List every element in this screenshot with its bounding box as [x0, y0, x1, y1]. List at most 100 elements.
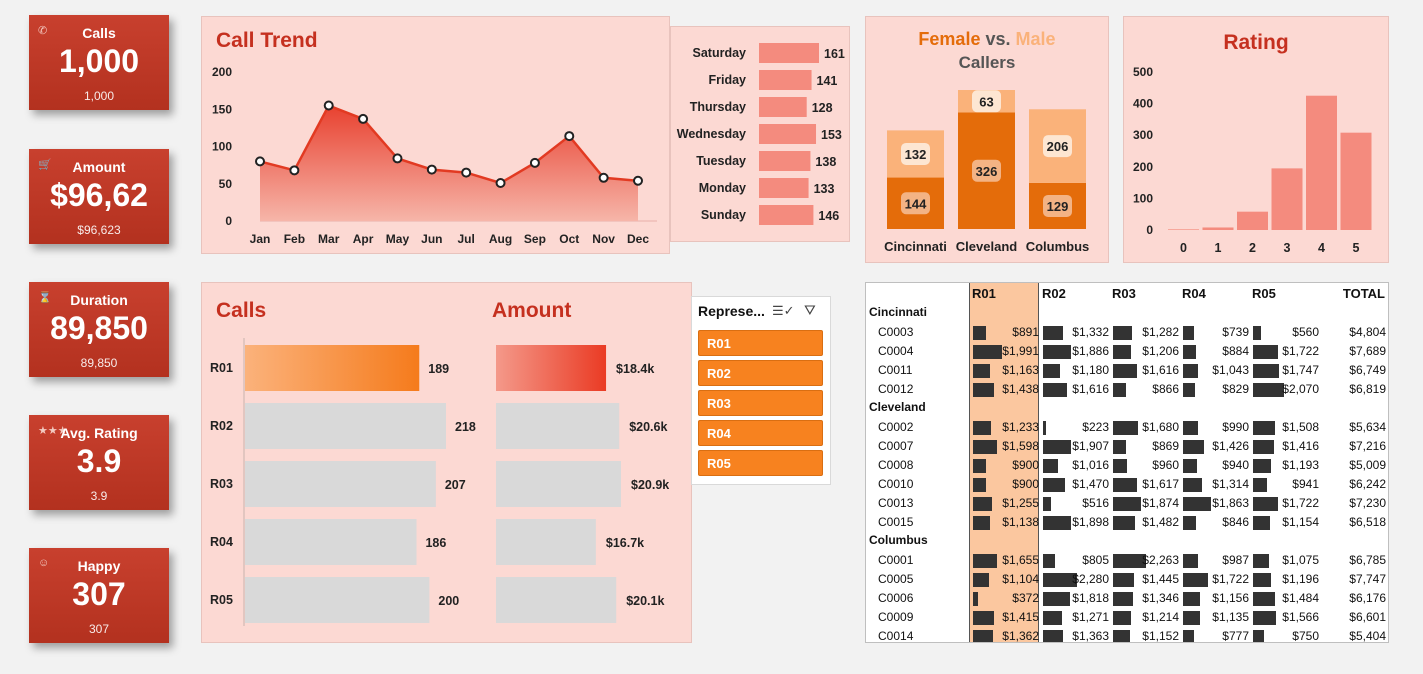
pivot-header-r04[interactable]: R04 — [1182, 286, 1206, 301]
rep-label: R03 — [210, 477, 233, 491]
pivot-cell: $1,617 — [1111, 475, 1179, 494]
weekday-value: 141 — [817, 74, 838, 88]
data-bar — [1183, 383, 1195, 397]
pivot-cell-value: $1,193 — [1282, 458, 1319, 472]
pivot-cell-value: $223 — [1082, 420, 1109, 434]
data-bar — [973, 611, 994, 625]
pivot-cell: $1,314 — [1181, 475, 1249, 494]
pivot-cell: $6,819 — [1321, 380, 1386, 399]
data-bar — [1043, 478, 1065, 492]
pivot-row-label: C0010 — [878, 477, 914, 491]
weekday-bar-friday — [759, 70, 812, 90]
pivot-row-label: C0004 — [878, 344, 914, 358]
pivot-cell-value: $1,282 — [1142, 325, 1179, 339]
kpi-value: 89,850 — [50, 310, 148, 346]
pivot-row-label: C0015 — [878, 515, 914, 529]
calls-value: 186 — [425, 536, 446, 550]
kpi-card-calls: ✆ Calls 1,000 1,000 — [29, 15, 169, 110]
x-tick-label: 3 — [1284, 241, 1291, 255]
pivot-cell: $1,332 — [1041, 323, 1109, 342]
pivot-cell: $560 — [1251, 323, 1319, 342]
pivot-header-r01[interactable]: R01 — [972, 286, 996, 301]
data-bar — [1043, 440, 1071, 454]
trend-point-sep — [529, 157, 540, 168]
clear-filter-icon[interactable]: ⛛ — [804, 302, 816, 319]
data-bar — [1183, 440, 1204, 454]
weekday-chart: Saturday 161 Friday 141 Thursday 128 Wednesday… — [677, 43, 845, 225]
data-bar — [1183, 459, 1197, 473]
data-bar — [973, 630, 993, 642]
pivot-cell-value: $1,616 — [1142, 363, 1179, 377]
data-bar — [1113, 440, 1126, 454]
pivot-cell: $777 — [1181, 627, 1249, 642]
pivot-cell-value: $805 — [1082, 553, 1109, 567]
data-bar — [1183, 497, 1211, 511]
pivot-cell-value: $1,163 — [1002, 363, 1039, 377]
amount-bar-r05 — [496, 577, 617, 623]
pivot-cell: $1,863 — [1181, 494, 1249, 513]
data-bar — [1253, 383, 1284, 397]
pivot-cell: $846 — [1181, 513, 1249, 532]
reps-chart: R01 189 $18.4k R02 218 $20.6k R03 207 $20.9k R04 1… — [210, 338, 669, 626]
pivot-cell: $1,363 — [1041, 627, 1109, 642]
pivot-cell-value: $829 — [1222, 382, 1249, 396]
slicer-item-r05[interactable]: R05 — [698, 450, 823, 476]
x-tick-label: Apr — [353, 232, 374, 246]
amount-bar-r02 — [496, 403, 620, 449]
pivot-cell-value: $1,206 — [1142, 344, 1179, 358]
male-value: 63 — [979, 94, 993, 109]
pivot-cell: $1,152 — [1111, 627, 1179, 642]
pivot-cell: $1,282 — [1111, 323, 1179, 342]
pivot-group-cleveland[interactable]: Cleveland — [869, 400, 926, 414]
pivot-cell-value: $891 — [1012, 325, 1039, 339]
pivot-cell: $2,280 — [1041, 570, 1109, 589]
x-tick-label: Nov — [592, 232, 615, 246]
y-tick-label: 100 — [1133, 191, 1153, 205]
pivot-cell: $1,616 — [1111, 361, 1179, 380]
pivot-cell: $1,484 — [1251, 589, 1319, 608]
pivot-header-total[interactable]: TOTAL — [1343, 286, 1385, 301]
call-trend-panel: Call Trend 0 50 100 150 200 Jan Feb Mar Apr May Ju… — [201, 16, 670, 254]
kpi-value: 3.9 — [76, 443, 122, 479]
pivot-header-r03[interactable]: R03 — [1112, 286, 1136, 301]
pivot-row-label: C0002 — [878, 420, 914, 434]
pivot-group-columbus[interactable]: Columbus — [869, 533, 928, 547]
x-tick-label: 0 — [1180, 241, 1187, 255]
weekday-panel: Saturday 161 Friday 141 Thursday 128 Wednesday… — [670, 26, 850, 242]
pivot-header-r05[interactable]: R05 — [1252, 286, 1276, 301]
slicer-item-r02[interactable]: R02 — [698, 360, 823, 386]
data-bar — [973, 345, 1002, 359]
pivot-cell: $1,818 — [1041, 589, 1109, 608]
y-tick-label: 100 — [212, 140, 232, 154]
pivot-cell: $1,898 — [1041, 513, 1109, 532]
male-value: 206 — [1047, 139, 1069, 154]
pivot-row-label: C0014 — [878, 629, 914, 643]
pivot-header-r02[interactable]: R02 — [1042, 286, 1066, 301]
data-bar — [973, 383, 994, 397]
pivot-cell: $1,193 — [1251, 456, 1319, 475]
pivot-group-cincinnati[interactable]: Cincinnati — [869, 305, 927, 319]
rating-bar-0 — [1168, 229, 1199, 230]
slicer-item-r03[interactable]: R03 — [698, 390, 823, 416]
pivot-cell: $891 — [971, 323, 1039, 342]
kpi-title: Avg. Rating — [60, 425, 138, 441]
rating-chart: 0 100 200 300 400 500 0 1 2 3 4 5 — [1133, 65, 1372, 255]
y-tick-label: 0 — [225, 214, 232, 228]
pivot-cell: $1,598 — [971, 437, 1039, 456]
kpi-card-avg-rating: ★★★ Avg. Rating 3.9 3.9 — [29, 415, 169, 510]
pivot-cell: $1,154 — [1251, 513, 1319, 532]
pivot-cell: $1,135 — [1181, 608, 1249, 627]
weekday-value: 128 — [812, 101, 833, 115]
pivot-cell: $829 — [1181, 380, 1249, 399]
slicer-item-r01[interactable]: R01 — [698, 330, 823, 356]
slicer-item-r04[interactable]: R04 — [698, 420, 823, 446]
multi-select-icon[interactable]: ☰✓ — [772, 303, 795, 319]
pivot-cell-value: $884 — [1222, 344, 1249, 358]
pivot-cell: $1,680 — [1111, 418, 1179, 437]
pivot-cell-value: $1,416 — [1282, 439, 1319, 453]
pivot-cell-value: $6,176 — [1349, 591, 1386, 605]
trend-point-jun — [426, 164, 437, 175]
kpi-card-amount: 🛒 Amount $96,62 $96,623 — [29, 149, 169, 244]
weekday-label: Saturday — [693, 46, 747, 60]
x-tick-label: Jun — [421, 232, 442, 246]
